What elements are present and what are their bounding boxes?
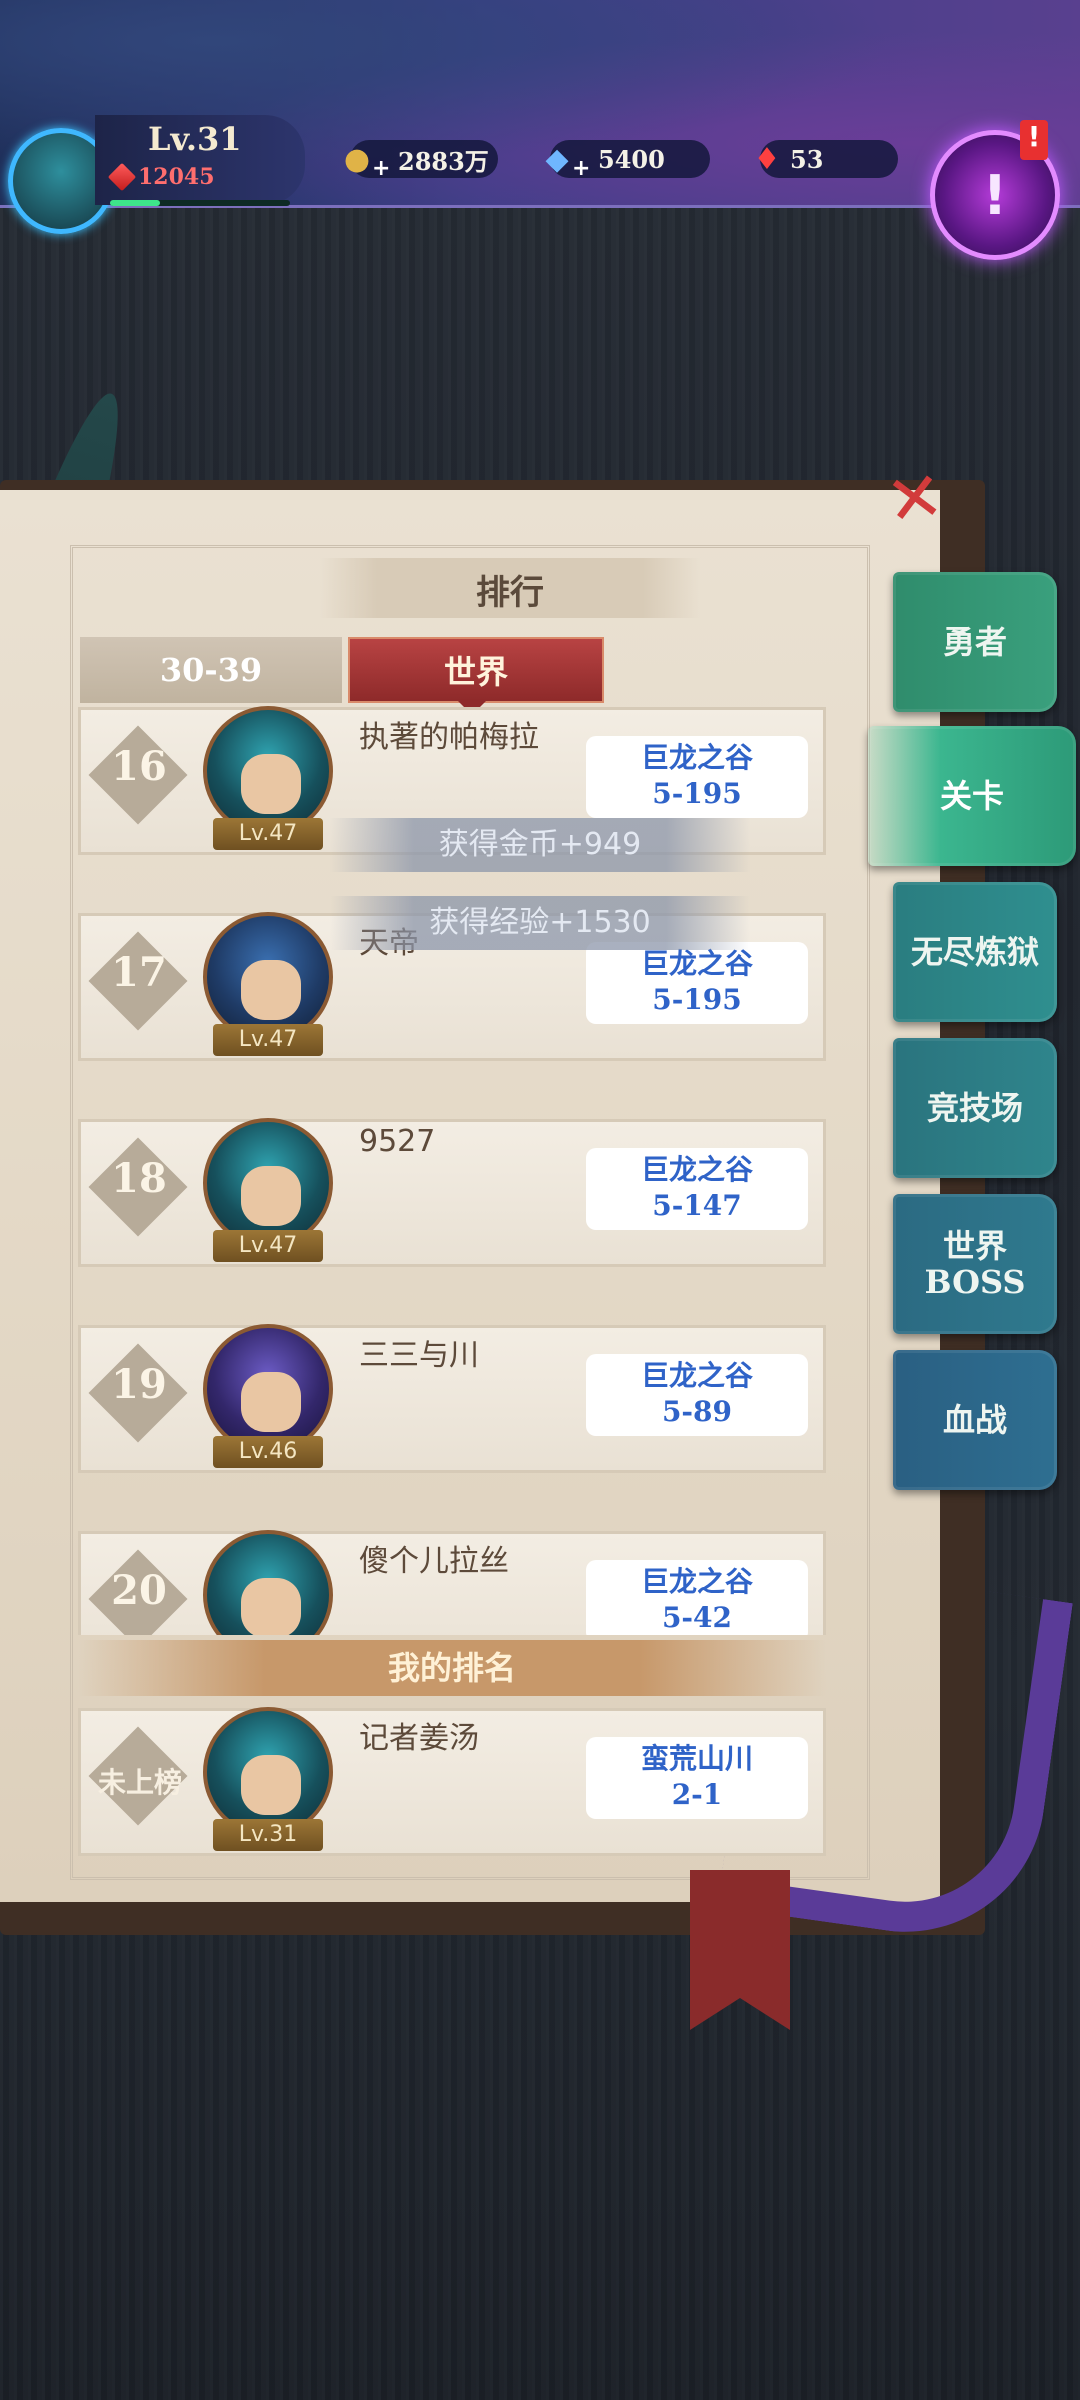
player-level: Lv.31 bbox=[148, 120, 242, 158]
stage-number: 2-1 bbox=[671, 1778, 723, 1811]
level-badge: Lv.31 bbox=[213, 1819, 323, 1851]
quest-alert-badge: ! bbox=[1020, 120, 1048, 160]
side-tab-label: 无尽炼狱 bbox=[910, 933, 1039, 971]
crystal-resource[interactable]: ♦ 53 bbox=[754, 140, 898, 178]
diamond-resource[interactable]: ◆ + 5400 bbox=[545, 140, 710, 181]
rank-number: 19 bbox=[111, 1361, 167, 1408]
rank-number: 20 bbox=[111, 1567, 167, 1614]
stage-info: 蛮荒山川 2-1 bbox=[586, 1737, 808, 1819]
add-diamond-icon[interactable]: + bbox=[572, 156, 590, 181]
my-avatar[interactable] bbox=[203, 1707, 333, 1837]
quest-scroll-icon: ! bbox=[982, 163, 1008, 227]
bookmark-ribbon bbox=[690, 1870, 790, 2030]
side-tab-arena[interactable]: 竞技场 bbox=[893, 1038, 1057, 1178]
player-avatar[interactable] bbox=[203, 706, 333, 836]
player-name: 傻个儿拉丝 bbox=[359, 1544, 509, 1579]
rank-row-19[interactable]: 19 Lv.46 三三与川 巨龙之谷 5-89 bbox=[78, 1324, 826, 1473]
player-name: 执著的帕梅拉 bbox=[359, 720, 539, 755]
side-tab-label: 关卡 bbox=[939, 777, 1004, 815]
my-rank-header: 我的排名 bbox=[78, 1640, 826, 1696]
gold-reward-toast: 获得金币+949 bbox=[330, 818, 750, 872]
stage-number: 5-89 bbox=[661, 1395, 733, 1428]
rank-row-18[interactable]: 18 Lv.47 9527 巨龙之谷 5-147 bbox=[78, 1118, 826, 1267]
stage-info: 巨龙之谷 5-195 bbox=[586, 942, 808, 1024]
side-tab-world-boss[interactable]: 世界 BOSS bbox=[893, 1194, 1057, 1334]
stage-name: 巨龙之谷 bbox=[640, 1565, 753, 1598]
rank-row-20[interactable]: 20 傻个儿拉丝 巨龙之谷 5-42 bbox=[78, 1530, 826, 1635]
side-tab-label: 竞技场 bbox=[926, 1089, 1023, 1127]
my-rank-row[interactable]: 未上榜 Lv.31 记者姜汤 蛮荒山川 2-1 bbox=[78, 1707, 826, 1856]
player-name: 9527 bbox=[359, 1124, 436, 1159]
stage-info: 巨龙之谷 5-195 bbox=[586, 736, 808, 818]
stage-number: 5-195 bbox=[652, 983, 742, 1016]
stage-number: 5-147 bbox=[652, 1189, 742, 1222]
player-avatar[interactable] bbox=[203, 1530, 333, 1635]
red-crystal-icon: ♦ bbox=[753, 141, 781, 177]
side-tab-label: 世界 BOSS bbox=[924, 1227, 1026, 1301]
level-badge: Lv.47 bbox=[213, 1230, 323, 1262]
close-x-icon[interactable]: ✕ bbox=[875, 456, 954, 542]
player-power: 12045 bbox=[107, 162, 215, 192]
side-tab-label: 血战 bbox=[942, 1401, 1007, 1439]
stage-info: 巨龙之谷 5-42 bbox=[586, 1560, 808, 1635]
side-tab-heroes[interactable]: 勇者 bbox=[893, 572, 1057, 712]
tab-world[interactable]: 世界 bbox=[348, 637, 604, 703]
power-value: 12045 bbox=[138, 164, 215, 190]
stage-info: 巨龙之谷 5-147 bbox=[586, 1148, 808, 1230]
stage-name: 巨龙之谷 bbox=[640, 741, 753, 774]
exp-bar bbox=[110, 200, 290, 206]
player-avatar[interactable] bbox=[203, 1118, 333, 1248]
gold-resource[interactable]: ● + 2883万 bbox=[344, 140, 498, 181]
my-rank-status: 未上榜 bbox=[97, 1766, 182, 1799]
side-tab-stages[interactable]: 关卡 bbox=[868, 726, 1076, 866]
stage-number: 5-42 bbox=[661, 1601, 733, 1634]
level-badge: Lv.47 bbox=[213, 818, 323, 850]
exp-reward-toast: 获得经验+1530 bbox=[330, 896, 750, 950]
player-name: 记者姜汤 bbox=[359, 1721, 479, 1756]
stage-info: 巨龙之谷 5-89 bbox=[586, 1354, 808, 1436]
level-badge: Lv.46 bbox=[213, 1436, 323, 1468]
side-tab-blood-battle[interactable]: 血战 bbox=[893, 1350, 1057, 1490]
stage-name: 巨龙之谷 bbox=[640, 1153, 753, 1186]
player-name: 三三与川 bbox=[359, 1338, 479, 1373]
tab-level-range[interactable]: 30-39 bbox=[80, 637, 342, 703]
exp-bar-fill bbox=[110, 200, 161, 206]
player-avatar[interactable] bbox=[203, 912, 333, 1042]
level-badge: Lv.47 bbox=[213, 1024, 323, 1056]
side-tab-label: 勇者 bbox=[942, 623, 1007, 661]
leaderboard-title: 排行 bbox=[476, 573, 544, 613]
rank-number: 17 bbox=[111, 949, 167, 996]
add-gold-icon[interactable]: + bbox=[372, 156, 390, 181]
stage-name: 巨龙之谷 bbox=[640, 1359, 753, 1392]
stage-name: 巨龙之谷 bbox=[640, 947, 753, 980]
sword-power-icon bbox=[107, 162, 137, 192]
player-avatar[interactable] bbox=[203, 1324, 333, 1454]
rank-number: 18 bbox=[111, 1155, 167, 1202]
stage-number: 5-195 bbox=[652, 777, 742, 810]
side-tab-endless-inferno[interactable]: 无尽炼狱 bbox=[893, 882, 1057, 1022]
stage-name: 蛮荒山川 bbox=[640, 1742, 753, 1775]
rank-number: 16 bbox=[111, 743, 167, 790]
